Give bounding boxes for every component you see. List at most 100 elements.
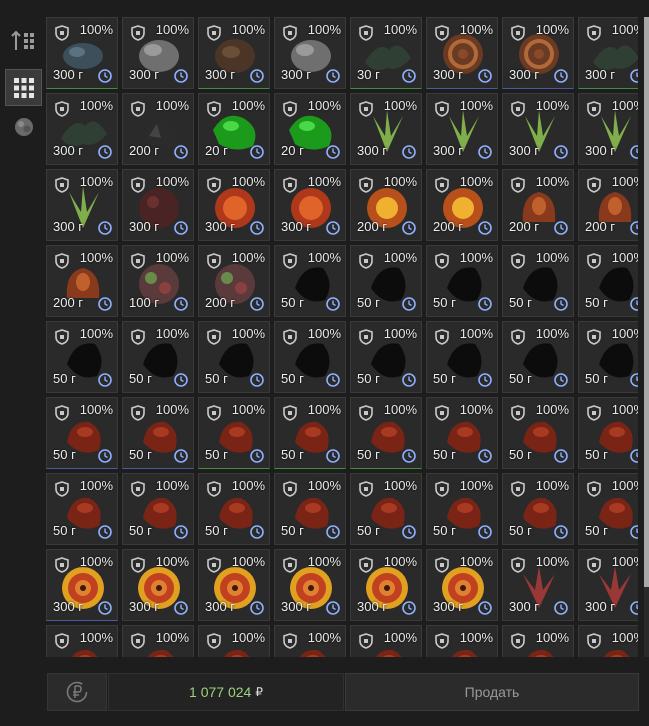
inventory-item[interactable]: 100% [350, 625, 422, 657]
inventory-item[interactable]: 100% 50 г [46, 473, 118, 545]
category-button[interactable] [5, 108, 42, 145]
clock-icon [402, 297, 416, 311]
inventory-item[interactable]: 100% 300 г [578, 93, 638, 165]
inventory-item[interactable]: 100% 50 г [426, 397, 498, 469]
inventory-item[interactable]: 100% 300 г [426, 549, 498, 621]
inventory-item[interactable]: 100% 50 г [46, 397, 118, 469]
inventory-item[interactable]: 100% 300 г [122, 17, 194, 89]
inventory-item[interactable]: 100% [578, 625, 638, 657]
inventory-item[interactable]: 100% 50 г [578, 245, 638, 317]
inventory-item[interactable]: 100% 300 г [578, 549, 638, 621]
inventory-item[interactable]: 100% 50 г [198, 397, 270, 469]
shield-icon [359, 177, 373, 193]
inventory-item[interactable]: 100% 50 г [274, 321, 346, 393]
item-condition: 100% [535, 326, 569, 341]
inventory-item[interactable]: 100% 200 г [46, 245, 118, 317]
inventory-item[interactable]: 100% 300 г [350, 93, 422, 165]
inventory-item[interactable]: 100% 300 г [426, 17, 498, 89]
inventory-item[interactable]: 100% 50 г [274, 245, 346, 317]
inventory-item[interactable]: 100% [122, 625, 194, 657]
item-condition: 100% [611, 630, 638, 645]
inventory-item[interactable]: 100% 200 г [198, 245, 270, 317]
scrollbar[interactable] [644, 17, 649, 657]
inventory-item[interactable]: 100% 50 г [46, 321, 118, 393]
inventory-item[interactable]: 100% 50 г [578, 321, 638, 393]
item-weight: 300 г [585, 67, 616, 82]
inventory-item[interactable]: 100% 300 г [198, 549, 270, 621]
inventory-item[interactable]: 100% 50 г [350, 397, 422, 469]
sort-button[interactable] [5, 22, 42, 59]
inventory-item[interactable]: 100% 50 г [122, 397, 194, 469]
inventory-item[interactable]: 100% 30 г [350, 17, 422, 89]
inventory-item[interactable]: 100% 200 г [350, 169, 422, 241]
inventory-item[interactable]: 100% 50 г [578, 397, 638, 469]
inventory-item[interactable]: 100% 300 г [198, 17, 270, 89]
inventory-item[interactable]: 100% [274, 625, 346, 657]
shield-icon [587, 101, 601, 117]
sell-button[interactable]: Продать [345, 673, 639, 711]
inventory-item[interactable]: 100% 200 г [426, 169, 498, 241]
inventory-item[interactable]: 100% 300 г [350, 549, 422, 621]
inventory-item[interactable]: 100% 300 г [274, 169, 346, 241]
inventory-item[interactable]: 100% 300 г [46, 17, 118, 89]
item-weight: 50 г [281, 447, 304, 462]
inventory-item[interactable]: 100% 20 г [198, 93, 270, 165]
refresh-ruble-icon [66, 681, 88, 703]
scrollbar-thumb[interactable] [644, 17, 649, 587]
item-condition: 100% [611, 402, 638, 417]
inventory-item[interactable]: 100% 300 г [502, 549, 574, 621]
item-weight: 200 г [357, 219, 388, 234]
inventory-item[interactable]: 100% 300 г [502, 93, 574, 165]
item-condition: 100% [611, 22, 638, 37]
inventory-item[interactable]: 100% 50 г [426, 473, 498, 545]
clock-icon [250, 525, 264, 539]
inventory-item[interactable]: 100% [426, 625, 498, 657]
inventory-item[interactable]: 100% [46, 625, 118, 657]
inventory-item[interactable]: 100% 50 г [198, 473, 270, 545]
inventory-item[interactable]: 100% 20 г [274, 93, 346, 165]
inventory-item[interactable]: 100% 200 г [502, 169, 574, 241]
inventory-item[interactable]: 100% 300 г [198, 169, 270, 241]
inventory-item[interactable]: 100% 50 г [350, 321, 422, 393]
inventory-item[interactable]: 100% 200 г [122, 93, 194, 165]
item-weight: 50 г [509, 447, 532, 462]
inventory-item[interactable]: 100% 50 г [426, 321, 498, 393]
inventory-item[interactable]: 100% 200 г [578, 169, 638, 241]
inventory-item[interactable]: 100% [198, 625, 270, 657]
item-condition: 100% [611, 174, 638, 189]
inventory-item[interactable]: 100% 300 г [122, 549, 194, 621]
inventory-item[interactable]: 100% 300 г [274, 549, 346, 621]
inventory-item[interactable]: 100% 50 г [274, 397, 346, 469]
inventory-item[interactable]: 100% 50 г [578, 473, 638, 545]
inventory-item[interactable]: 100% 50 г [274, 473, 346, 545]
item-condition: 100% [383, 630, 417, 645]
inventory-item[interactable]: 100% 50 г [502, 473, 574, 545]
inventory-item[interactable]: 100% 50 г [122, 473, 194, 545]
item-weight: 50 г [53, 523, 76, 538]
inventory-item[interactable]: 100% 50 г [122, 321, 194, 393]
inventory-item[interactable]: 100% 300 г [46, 549, 118, 621]
inventory-item[interactable]: 100% 50 г [502, 321, 574, 393]
inventory-item[interactable]: 100% 50 г [502, 397, 574, 469]
grid-view-button[interactable] [5, 69, 42, 106]
inventory-item[interactable]: 100% [502, 625, 574, 657]
inventory-item[interactable]: 100% 300 г [578, 17, 638, 89]
inventory-item[interactable]: 100% 300 г [502, 17, 574, 89]
inventory-item[interactable]: 100% 300 г [46, 169, 118, 241]
item-weight: 50 г [585, 371, 608, 386]
inventory-item[interactable]: 100% 300 г [426, 93, 498, 165]
inventory-item[interactable]: 100% 50 г [198, 321, 270, 393]
inventory-item[interactable]: 100% 300 г [122, 169, 194, 241]
inventory-item[interactable]: 100% 50 г [350, 245, 422, 317]
item-condition: 100% [611, 554, 638, 569]
inventory-item[interactable]: 100% 300 г [274, 17, 346, 89]
inventory-item[interactable]: 100% 50 г [502, 245, 574, 317]
inventory-item[interactable]: 100% 100 г [122, 245, 194, 317]
clock-icon [402, 525, 416, 539]
item-weight: 50 г [585, 447, 608, 462]
inventory-item[interactable]: 100% 300 г [46, 93, 118, 165]
clock-icon [174, 221, 188, 235]
inventory-item[interactable]: 100% 50 г [426, 245, 498, 317]
inventory-item[interactable]: 100% 50 г [350, 473, 422, 545]
refresh-prices-button[interactable] [47, 673, 107, 711]
